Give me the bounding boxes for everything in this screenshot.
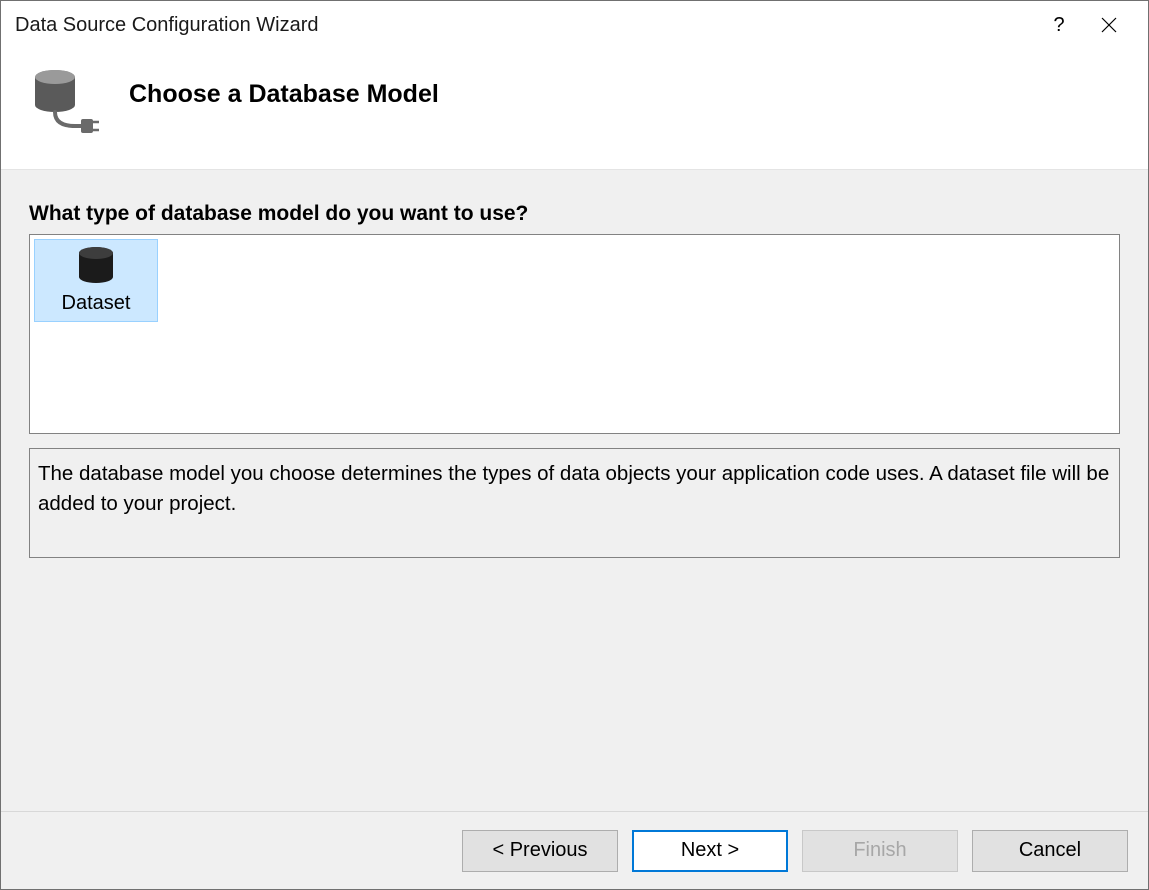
close-icon (1101, 17, 1117, 33)
wizard-body: What type of database model do you want … (1, 169, 1148, 811)
previous-button[interactable]: < Previous (462, 830, 618, 872)
titlebar: Data Source Configuration Wizard ? (1, 1, 1148, 49)
model-list[interactable]: Dataset (29, 234, 1120, 434)
window-title: Data Source Configuration Wizard (15, 14, 318, 37)
finish-button[interactable]: Finish (802, 830, 958, 872)
model-description: The database model you choose determines… (29, 448, 1120, 558)
cancel-button[interactable]: Cancel (972, 830, 1128, 872)
next-button[interactable]: Next > (632, 830, 788, 872)
wizard-step-title: Choose a Database Model (129, 80, 439, 109)
database-plug-icon (29, 67, 101, 139)
database-icon (74, 244, 118, 288)
wizard-footer: < Previous Next > Finish Cancel (1, 811, 1148, 889)
wizard-window: Data Source Configuration Wizard ? Choos… (0, 0, 1149, 890)
close-button[interactable] (1084, 1, 1134, 49)
help-icon: ? (1053, 14, 1064, 37)
wizard-header: Choose a Database Model (1, 49, 1148, 169)
model-item-dataset[interactable]: Dataset (34, 239, 158, 322)
help-button[interactable]: ? (1034, 1, 1084, 49)
model-item-label: Dataset (62, 292, 131, 315)
model-question-label: What type of database model do you want … (29, 202, 1120, 226)
